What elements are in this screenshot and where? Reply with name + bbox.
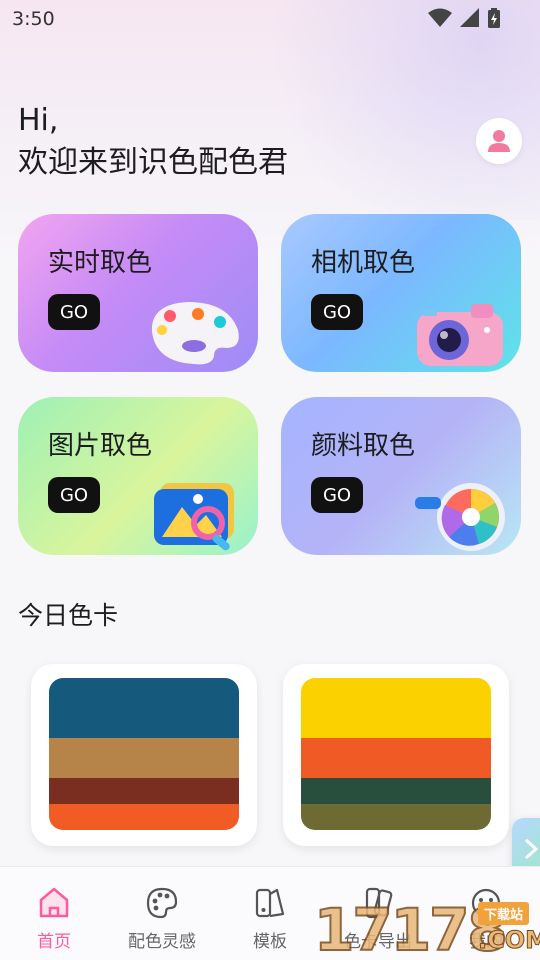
camera-color-pick-card[interactable]: 相机取色 GO [281,214,521,372]
color-card-1[interactable] [31,664,257,846]
palette-swatch [301,678,491,830]
palette-stripe [301,738,491,778]
paint-palette-icon [151,302,239,365]
go-button[interactable]: GO [311,294,363,330]
palette-stripe [49,738,239,778]
status-time: 3:50 [12,8,55,30]
card-title: 图片取色 [48,431,153,461]
card-title: 相机取色 [311,248,416,278]
watermark-badge: 下载站 [478,902,530,925]
nav-home[interactable]: 首页 [4,885,104,952]
nav-templates[interactable]: 模板 [220,885,320,952]
palette-stripe [301,678,491,738]
palette-stripe [49,804,239,830]
avatar-button[interactable] [476,118,522,164]
home-icon [39,887,69,918]
status-bar: 3:50 [0,0,540,36]
go-button[interactable]: GO [48,477,100,513]
nav-label: 模板 [253,932,287,952]
image-picker-icon [154,483,234,551]
camera-icon [417,304,503,366]
template-icon [255,888,285,918]
nav-label: 配色灵感 [128,932,196,952]
palette-stripe [301,778,491,804]
nav-label: 首页 [37,932,71,952]
go-button[interactable]: GO [48,294,100,330]
palette-icon [146,887,178,919]
signal-icon [460,8,479,27]
live-color-pick-card[interactable]: 实时取色 GO [18,214,258,372]
nav-inspiration[interactable]: 配色灵感 [112,885,212,952]
watermark-suffix: .COM [477,926,540,955]
paint-color-pick-card[interactable]: 颜料取色 GO [281,397,521,555]
color-card-2[interactable] [283,664,509,846]
color-wheel-icon [415,483,505,551]
palette-swatch [49,678,239,830]
user-icon [488,130,510,152]
palette-stripe [49,678,239,738]
palette-stripe [301,804,491,830]
watermark-logo: 17178 下载站 .COM [313,895,540,960]
go-button[interactable]: GO [311,477,363,513]
greeting-hi: Hi, [18,103,59,138]
palette-stripe [49,778,239,804]
image-color-pick-card[interactable]: 图片取色 GO [18,397,258,555]
status-icons [428,8,500,28]
wifi-icon [428,8,452,27]
card-title: 实时取色 [48,248,153,278]
battery-icon [488,8,500,28]
greeting-welcome: 欢迎来到识色配色君 [18,145,288,180]
card-title: 颜料取色 [311,431,416,461]
today-palette-title: 今日色卡 [18,601,119,630]
